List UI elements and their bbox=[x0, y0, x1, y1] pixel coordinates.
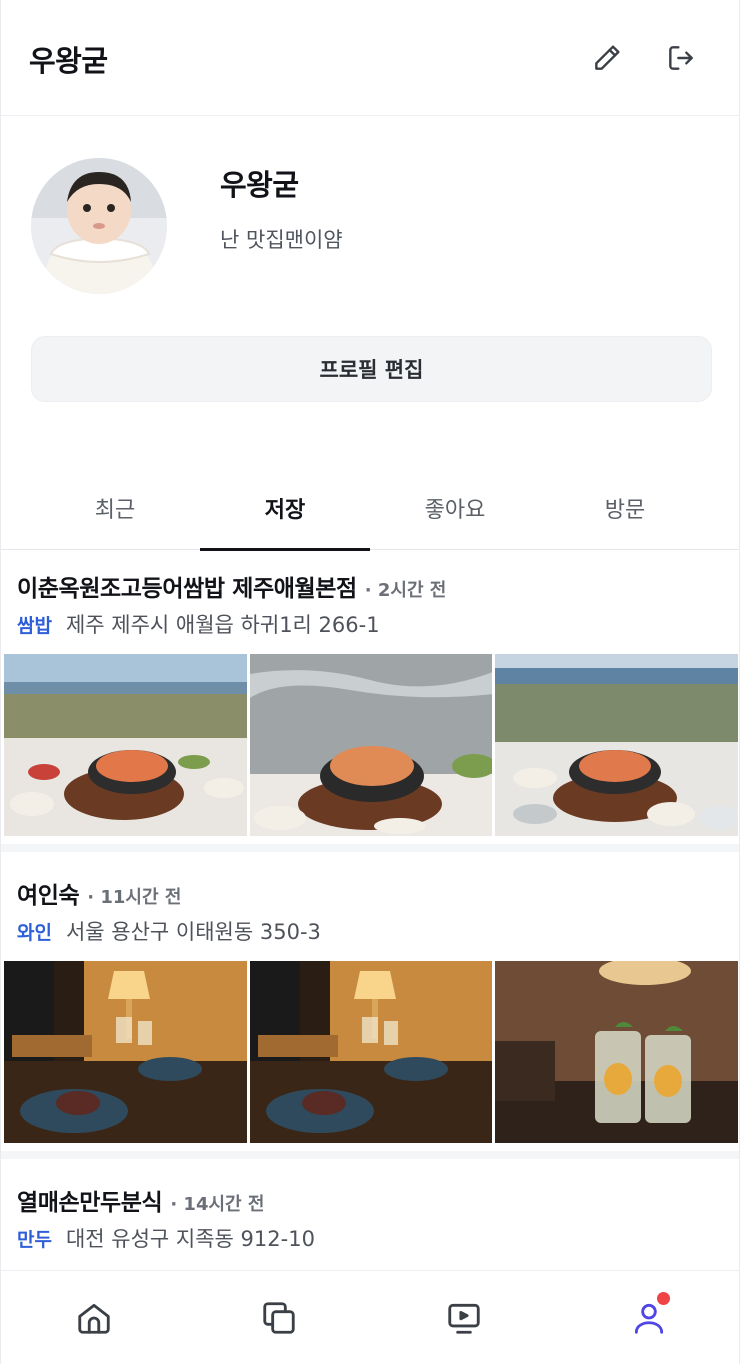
post-time: · 11시간 전 bbox=[87, 887, 182, 908]
avatar-photo bbox=[31, 158, 167, 294]
category-tag[interactable]: 만두 bbox=[17, 1225, 52, 1252]
home-icon bbox=[77, 1303, 110, 1334]
post-title-row: 열매손만두분식 · 14시간 전 bbox=[17, 1183, 264, 1217]
post-meta: 쌈밥 제주 제주시 애월읍 하귀1리 266-1 bbox=[17, 609, 380, 639]
app-screen: 우왕굳 우왕굳 난 맛집맨이얌 프로필 편집 최근 저장 좋아요 방문 이춘옥원… bbox=[0, 0, 740, 1364]
ocean-meal-photo bbox=[249, 654, 493, 836]
pencil-icon bbox=[595, 45, 620, 70]
post-time: · 14시간 전 bbox=[170, 1194, 265, 1215]
restaurant-name[interactable]: 이춘옥원조고등어쌈밥 제주애월본점 bbox=[17, 569, 357, 603]
post-photo[interactable] bbox=[249, 654, 493, 836]
restaurant-address: 대전 유성구 지족동 912-10 bbox=[65, 1227, 315, 1251]
restaurant-address: 서울 용산구 이태원동 350-3 bbox=[65, 920, 321, 944]
post-title-row: 이춘옥원조고등어쌈밥 제주애월본점 · 2시간 전 bbox=[17, 569, 446, 603]
edit-profile-button[interactable]: 프로필 편집 bbox=[31, 336, 712, 402]
tab-saved[interactable]: 저장 bbox=[200, 466, 370, 551]
photo-row bbox=[4, 961, 739, 1143]
wine-dinner-photo bbox=[249, 961, 493, 1143]
wine-dinner-photo bbox=[4, 961, 247, 1143]
post-time: · 2시간 전 bbox=[364, 580, 447, 601]
tab-visited[interactable]: 방문 bbox=[540, 466, 710, 550]
tab-liked[interactable]: 좋아요 bbox=[370, 466, 540, 550]
category-tag[interactable]: 쌈밥 bbox=[17, 611, 52, 638]
profile-name: 우왕굳 bbox=[220, 168, 299, 202]
post-meta: 만두 대전 유성구 지족동 912-10 bbox=[17, 1223, 315, 1253]
profile-bio: 난 맛집맨이얌 bbox=[220, 228, 343, 252]
restaurant-name[interactable]: 열매손만두분식 bbox=[17, 1183, 163, 1217]
logout-icon bbox=[669, 46, 693, 70]
avatar[interactable] bbox=[31, 158, 167, 294]
edit-button[interactable] bbox=[585, 36, 629, 80]
notification-badge bbox=[657, 1292, 670, 1305]
post-photo[interactable] bbox=[495, 654, 739, 836]
post-photo[interactable] bbox=[4, 961, 247, 1143]
logout-button[interactable] bbox=[659, 36, 703, 80]
ocean-meal-photo bbox=[4, 654, 247, 836]
post-meta: 와인 서울 용산구 이태원동 350-3 bbox=[17, 916, 321, 946]
top-header: 우왕굳 bbox=[1, 0, 739, 116]
post-photo[interactable] bbox=[495, 961, 739, 1143]
copy-icon bbox=[262, 1302, 295, 1334]
profile-tabs: 최근 저장 좋아요 방문 bbox=[1, 466, 739, 551]
restaurant-address: 제주 제주시 애월읍 하귀1리 266-1 bbox=[65, 613, 380, 637]
nav-video[interactable] bbox=[371, 1271, 556, 1364]
category-tag[interactable]: 와인 bbox=[17, 918, 52, 945]
restaurant-name[interactable]: 여인숙 bbox=[17, 876, 80, 910]
nav-profile[interactable] bbox=[556, 1271, 739, 1364]
nav-home[interactable] bbox=[1, 1271, 186, 1364]
ocean-meal-photo bbox=[495, 654, 739, 836]
post-photo[interactable] bbox=[249, 961, 493, 1143]
post-divider bbox=[1, 844, 739, 852]
highball-drinks-photo bbox=[495, 961, 739, 1143]
post-photo[interactable] bbox=[4, 654, 247, 836]
photo-row bbox=[4, 654, 739, 836]
post-title-row: 여인숙 · 11시간 전 bbox=[17, 876, 181, 910]
nav-feed[interactable] bbox=[186, 1271, 371, 1364]
video-icon bbox=[447, 1303, 480, 1334]
page-title: 우왕굳 bbox=[29, 44, 108, 78]
post-divider bbox=[1, 1151, 739, 1159]
tab-recent[interactable]: 최근 bbox=[30, 466, 200, 550]
bottom-navigation bbox=[1, 1270, 739, 1364]
